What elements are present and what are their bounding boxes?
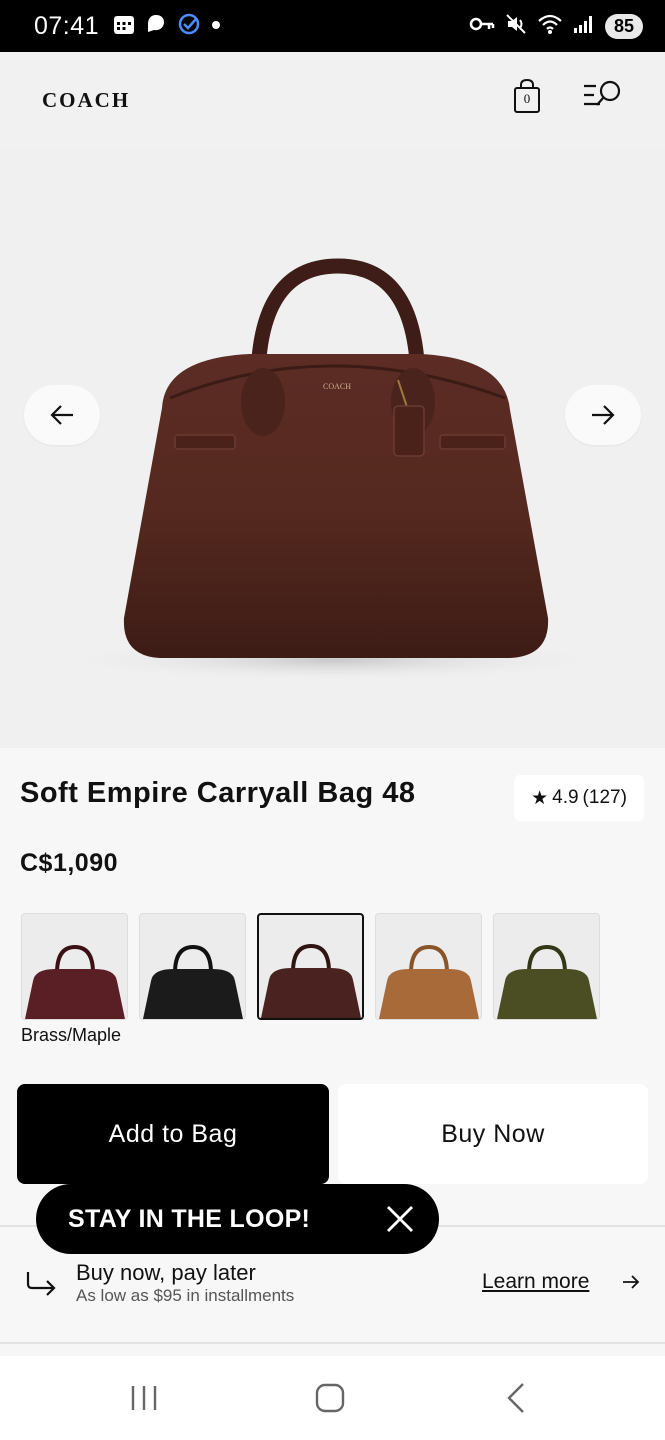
arrow-right-icon <box>592 405 615 425</box>
mute-icon <box>505 13 527 40</box>
app-header: COACH 0 <box>0 52 665 148</box>
status-left-icons <box>113 12 221 41</box>
back-button[interactable] <box>486 1376 546 1420</box>
stay-in-loop-popup[interactable]: STAY IN THE LOOP! <box>36 1184 439 1254</box>
buy-now-button[interactable]: Buy Now <box>338 1084 648 1184</box>
pay-later-title: Buy now, pay later <box>76 1260 256 1285</box>
home-button[interactable] <box>300 1376 360 1420</box>
battery-level: 85 <box>605 13 643 39</box>
pay-later-subtitle: As low as $95 in installments <box>76 1286 295 1305</box>
add-to-bag-button[interactable]: Add to Bag <box>17 1084 329 1184</box>
swatch-bag-image <box>24 944 125 1019</box>
home-icon <box>315 1383 345 1413</box>
key-icon <box>469 15 495 38</box>
product-price: C$1,090 <box>20 849 119 877</box>
status-time: 07:41 <box>34 11 100 40</box>
svg-text:COACH: COACH <box>323 382 351 391</box>
stay-in-loop-text[interactable]: STAY IN THE LOOP! <box>68 1205 310 1234</box>
menu-search-icon <box>584 80 621 106</box>
swatch-bag-image <box>142 944 243 1019</box>
rating-badge[interactable]: ★ 4.9 (127) <box>514 775 644 821</box>
star-icon: ★ <box>531 787 549 809</box>
coach-logo[interactable]: COACH <box>42 88 130 113</box>
arrow-right-icon[interactable] <box>622 1274 640 1295</box>
swatch-wine[interactable] <box>21 913 128 1020</box>
swatch-maple[interactable] <box>257 913 364 1020</box>
swatch-bag-image <box>260 943 361 1018</box>
dot-icon <box>211 17 221 35</box>
product-image-carousel[interactable]: COACH <box>0 148 665 748</box>
review-count: (127) <box>582 787 627 808</box>
arrow-left-icon <box>50 405 73 425</box>
next-image-button[interactable] <box>565 385 641 445</box>
check-circle-icon <box>177 12 201 41</box>
signal-icon <box>573 14 595 39</box>
swatch-olive[interactable] <box>493 913 600 1020</box>
swatch-black[interactable] <box>139 913 246 1020</box>
swatch-bag-image <box>496 944 597 1019</box>
product-image: COACH <box>53 258 613 682</box>
back-icon <box>507 1383 524 1413</box>
recent-apps-icon <box>131 1386 157 1410</box>
rating-value: 4.9 <box>552 787 579 808</box>
bag-count: 0 <box>523 91 531 106</box>
menu-search-button[interactable] <box>582 78 624 112</box>
status-right-icons: 85 <box>469 13 643 40</box>
installment-arrow-icon <box>24 1268 58 1303</box>
color-swatches <box>21 913 600 1020</box>
divider <box>0 1342 665 1344</box>
system-navigation-bar <box>0 1356 665 1440</box>
previous-image-button[interactable] <box>24 385 100 445</box>
wifi-icon <box>537 13 563 40</box>
status-bar: 07:41 85 <box>0 0 665 52</box>
learn-more-link[interactable]: Learn more <box>482 1270 589 1294</box>
shopping-bag-button[interactable]: 0 <box>510 78 544 114</box>
recent-apps-button[interactable] <box>114 1376 174 1420</box>
close-icon[interactable] <box>383 1202 417 1236</box>
product-title: Soft Empire Carryall Bag 48 <box>20 777 416 809</box>
chat-icon <box>145 13 167 40</box>
selected-color-label: Brass/Maple <box>21 1025 122 1045</box>
calendar-icon <box>113 13 135 40</box>
swatch-bag-image <box>378 944 479 1019</box>
product-details: Soft Empire Carryall Bag 48 ★ 4.9 (127) … <box>0 748 665 1228</box>
swatch-tan[interactable] <box>375 913 482 1020</box>
